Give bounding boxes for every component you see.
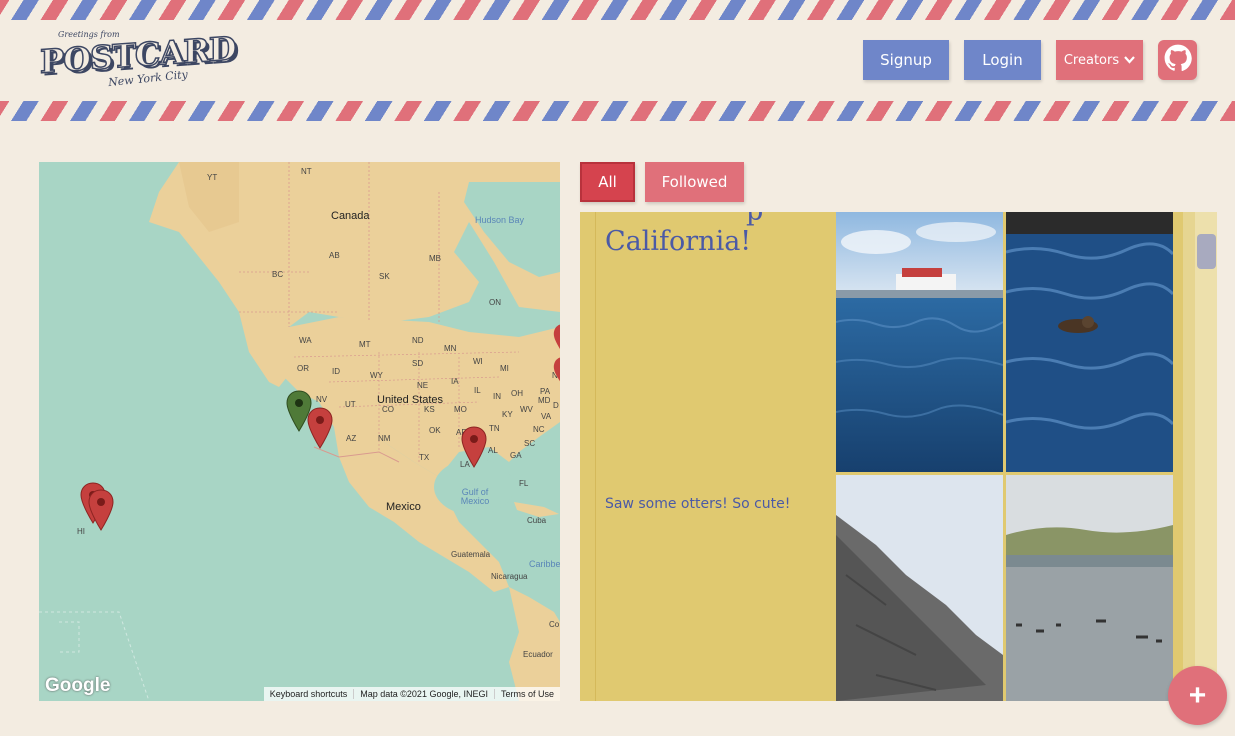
photo-otter-water [1006, 212, 1173, 472]
map-label-on: ON [489, 298, 501, 307]
map-label-ecuador: Ecuador [523, 650, 553, 659]
postcard-feed[interactable]: p California! Saw some otters! So cute! [580, 212, 1217, 701]
login-button[interactable]: Login [964, 40, 1041, 80]
map-label-va: VA [541, 412, 552, 421]
postcard-photo[interactable] [836, 475, 1003, 701]
postcard-card[interactable]: p California! Saw some otters! So cute! [580, 212, 1183, 701]
map-data-attribution: Map data ©2021 Google, INEGI [353, 689, 494, 699]
photo-boat-harbor [836, 212, 1003, 472]
map-label-hudson-bay: Hudson Bay [475, 215, 525, 225]
map-label-gulf: Gulf of Mexico [460, 487, 490, 506]
map-label-in: IN [493, 392, 501, 401]
map-label-nd: ND [412, 336, 424, 345]
postcard-text-panel: p California! Saw some otters! So cute! [595, 212, 837, 701]
map-label-mt: MT [359, 340, 371, 349]
map-label-co-country: Co [549, 620, 560, 629]
map-label-yt: YT [207, 173, 218, 182]
postcard-caption: Saw some otters! So cute! [605, 496, 791, 512]
map-marker[interactable] [461, 426, 487, 468]
photo-rocks [836, 475, 1003, 701]
map-label-oh: OH [511, 389, 523, 398]
postcard-photo[interactable] [836, 212, 1003, 472]
map-label-canada: Canada [331, 210, 370, 222]
map-view[interactable]: YT NT Canada Hudson Bay BC AB SK MB ON W… [39, 162, 560, 701]
map-footer: Keyboard shortcuts Map data ©2021 Google… [263, 687, 560, 701]
map-label-nm: NM [378, 434, 391, 443]
postcard-title-partial: p [746, 212, 763, 227]
github-icon [1164, 44, 1192, 76]
map-label-nt: NT [301, 167, 312, 176]
map-label-fl: FL [519, 479, 529, 488]
map-label-cuba: Cuba [527, 516, 547, 525]
map-label-mexico: Mexico [386, 501, 421, 513]
map-label-id: ID [332, 367, 340, 376]
map-label-nicaragua: Nicaragua [491, 572, 528, 581]
map-marker-edge[interactable] [550, 322, 560, 392]
map-label-nc: NC [533, 425, 545, 434]
feed-column-edge [1183, 212, 1195, 701]
map-label-ok: OK [429, 426, 441, 435]
map-label-il: IL [474, 386, 481, 395]
map-label-mi: MI [500, 364, 509, 373]
map-label-wi: WI [473, 357, 483, 366]
map-label-md: MD [538, 396, 551, 405]
feed-scrollbar-track[interactable] [1195, 212, 1217, 701]
creators-label: Creators [1063, 52, 1120, 68]
map-label-ne: NE [417, 381, 429, 390]
map-label-al: AL [488, 446, 498, 455]
map-label-wy: WY [370, 371, 383, 380]
map-label-sd: SD [412, 359, 424, 368]
map-label-az: AZ [346, 434, 357, 443]
map-label-ut: UT [345, 400, 356, 409]
map-label-guatemala: Guatemala [451, 550, 491, 559]
map-label-mb: MB [429, 254, 441, 263]
chevron-down-icon [1124, 54, 1135, 67]
map-label-tn: TN [489, 424, 500, 433]
postcard-title: California! [605, 226, 752, 257]
map-label-mo: MO [454, 405, 467, 414]
map-marker[interactable] [307, 407, 333, 449]
signup-button[interactable]: Signup [863, 40, 949, 80]
add-postcard-button[interactable]: + [1168, 666, 1227, 725]
github-button[interactable] [1158, 40, 1197, 80]
map-label-ab: AB [329, 251, 340, 260]
map-marker[interactable] [88, 489, 114, 531]
postcard-logo[interactable]: Greetings from POSTCARD New York City [38, 28, 236, 96]
terms-of-use-link[interactable]: Terms of Use [493, 689, 560, 699]
map-label-ky: KY [502, 410, 513, 419]
map-label-ks: KS [424, 405, 435, 414]
map-label-wv: WV [520, 405, 533, 414]
keyboard-shortcuts-link[interactable]: Keyboard shortcuts [264, 689, 354, 699]
photo-bay-otters [1006, 475, 1173, 701]
creators-dropdown-button[interactable]: Creators [1056, 40, 1143, 80]
postcard-photo[interactable] [1006, 475, 1173, 701]
map-label-ga: GA [510, 451, 522, 460]
feed-scrollbar-thumb[interactable] [1197, 234, 1216, 269]
map-label-tx: TX [419, 453, 430, 462]
map-label-co: CO [382, 405, 394, 414]
map-label-hi: HI [77, 527, 85, 536]
map-label-wa: WA [299, 336, 312, 345]
map-label-or: OR [297, 364, 309, 373]
airmail-stripe-top [0, 0, 1235, 20]
tab-all[interactable]: All [580, 162, 635, 202]
tab-followed[interactable]: Followed [645, 162, 744, 202]
plus-icon: + [1188, 678, 1207, 712]
map-label-sc: SC [524, 439, 536, 448]
map-label-de: D [553, 401, 559, 410]
airmail-stripe-bottom [0, 101, 1235, 121]
map-label-nv: NV [316, 395, 328, 404]
map-label-sk: SK [379, 272, 390, 281]
map-label-pa: PA [540, 387, 551, 396]
map-label-bc: BC [272, 270, 284, 279]
map-label-mn: MN [444, 344, 457, 353]
map-label-caribbean: Caribbe [529, 559, 560, 569]
postcard-photo[interactable] [1006, 212, 1173, 472]
google-logo: Google [45, 675, 111, 696]
map-label-ia: IA [451, 377, 459, 386]
